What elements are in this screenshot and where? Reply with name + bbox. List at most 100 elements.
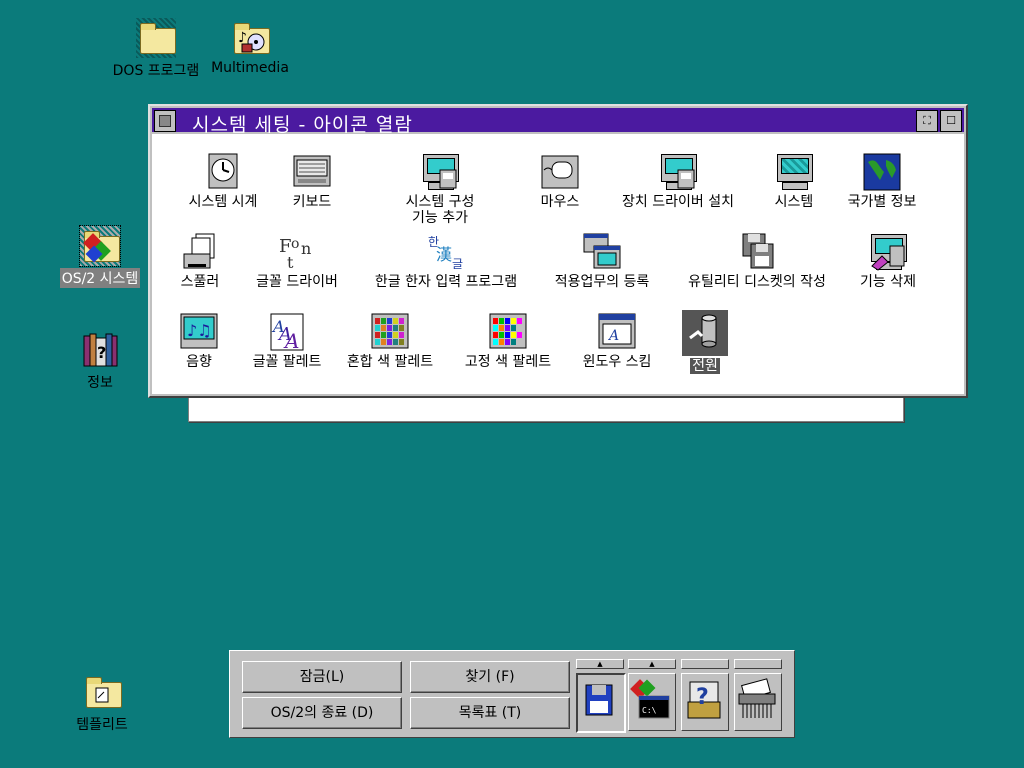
shutdown-button[interactable]: OS/2의 종료 (D) — [242, 697, 402, 729]
icon-label: 시스템 — [774, 194, 814, 210]
desktop-icon-multimedia[interactable]: ♪ Multimedia — [200, 18, 300, 76]
desktop-icon-label: 정보 — [87, 375, 113, 391]
desktop-icon-information[interactable]: ? 정보 — [50, 330, 150, 392]
icon-label: 윈도우 스킴 — [582, 354, 652, 370]
desktop-icon-label: OS/2 시스템 — [59, 268, 141, 288]
icon-label: 유틸리티 디스켓의 작성 — [688, 274, 826, 290]
desktop-icon-label: 템플리트 — [76, 717, 128, 733]
lockup-button[interactable]: 잠금(L) — [242, 661, 402, 693]
icon-view-area[interactable]: 시스템 시계 키보드 시스템 구성 기능 추가 마우스 장치 드라이버 설치 시… — [152, 134, 964, 394]
icon-label: 한글 한자 입력 프로그램 — [374, 274, 518, 290]
mouse-icon — [540, 152, 580, 192]
font-palette-icon: AAA — [267, 312, 307, 353]
hangul-hanja-icon: 한漢글 — [426, 232, 466, 272]
desktop-icon-dos-programs[interactable]: DOS 프로그램 — [106, 18, 206, 80]
system-setup-window[interactable]: 시스템 세팅 - 아이콘 열람 ⛶ ☐ 시스템 시계 키보드 시스템 구성 기능… — [148, 104, 968, 398]
icon-label: 마우스 — [540, 194, 580, 210]
utility-diskette-icon — [737, 232, 777, 272]
title-bar[interactable]: 시스템 세팅 - 아이콘 열람 ⛶ ☐ — [152, 108, 964, 136]
icon-font-palette[interactable]: AAA 글꼴 팔레트 — [242, 312, 332, 370]
icon-solid-color-palette[interactable]: 고정 색 팔레트 — [456, 312, 560, 370]
svg-text:글: 글 — [452, 257, 463, 271]
launchpad[interactable]: 잠금(L) 찾기 (F) OS/2의 종료 (D) 목록표 (T) ▲ ▲ C:… — [229, 650, 795, 738]
icon-label: 스풀러 — [180, 274, 220, 290]
icon-label: 혼합 색 팔레트 — [346, 354, 434, 370]
icon-label: 적용업무의 등록 — [554, 274, 650, 290]
desktop-icon-templates[interactable]: 템플리트 — [52, 672, 152, 734]
device-driver-install-icon — [658, 152, 698, 192]
icon-label: 국가별 정보 — [847, 194, 917, 210]
icon-device-driver-install[interactable]: 장치 드라이버 설치 — [608, 152, 748, 210]
icon-sound[interactable]: ♪♫ 음향 — [172, 312, 226, 370]
icon-mouse[interactable]: 마우스 — [530, 152, 590, 210]
spooler-printer-icon — [180, 232, 220, 272]
folder-icon — [136, 18, 176, 58]
icon-label: 글꼴 팔레트 — [252, 354, 322, 370]
icon-system[interactable]: 시스템 — [764, 152, 824, 210]
keyboard-icon — [292, 152, 332, 192]
drawer-arrow-button[interactable]: ▲ — [576, 659, 624, 669]
mixed-color-palette-icon — [370, 312, 410, 352]
icon-selective-uninstall[interactable]: 기능 삭제 — [850, 232, 926, 290]
svg-text:A: A — [283, 329, 299, 352]
font-icon: Font — [277, 232, 317, 272]
templates-folder-icon — [82, 672, 122, 712]
power-icon — [682, 310, 728, 356]
shredder-button[interactable] — [734, 673, 782, 731]
drawer-tab-button[interactable] — [734, 659, 782, 669]
solid-color-palette-icon — [488, 312, 528, 352]
migrate-apps-icon — [582, 232, 622, 272]
window-title: 시스템 세팅 - 아이콘 열람 — [192, 114, 413, 136]
icon-keyboard[interactable]: 키보드 — [282, 152, 342, 210]
icon-migrate-apps[interactable]: 적용업무의 등록 — [540, 232, 664, 290]
svg-text:n: n — [301, 239, 311, 258]
icon-mixed-color-palette[interactable]: 혼합 색 팔레트 — [338, 312, 442, 370]
icon-utility-diskette[interactable]: 유틸리티 디스켓의 작성 — [670, 232, 844, 290]
drawer-arrow-button[interactable]: ▲ — [628, 659, 676, 669]
shredder-icon — [738, 678, 776, 718]
icon-label: 키보드 — [292, 194, 332, 210]
os2-command-prompt-icon: C:\ — [630, 679, 670, 719]
svg-text:o: o — [291, 236, 299, 252]
selective-uninstall-icon — [868, 232, 908, 272]
svg-text:A: A — [607, 328, 619, 344]
diskette-button[interactable] — [576, 673, 626, 733]
icon-power[interactable]: 전원 — [680, 310, 730, 374]
icon-hangul-hanja[interactable]: 한漢글 한글 한자 입력 프로그램 — [356, 232, 536, 290]
system-monitor-icon — [774, 152, 814, 192]
books-info-icon: ? — [80, 330, 120, 370]
icon-label: 고정 색 팔레트 — [464, 354, 552, 370]
country-map-icon — [862, 152, 902, 192]
icon-label: 음향 — [186, 354, 212, 370]
icon-label: 시스템 시계 — [188, 194, 258, 210]
command-prompt-button[interactable]: C:\ — [628, 673, 676, 731]
svg-text:♪♫: ♪♫ — [187, 321, 212, 340]
icon-font-driver[interactable]: Font 글꼴 드라이버 — [242, 232, 352, 290]
find-button[interactable]: 찾기 (F) — [410, 661, 570, 693]
help-button[interactable]: ? — [681, 673, 729, 731]
clock-icon — [203, 152, 243, 192]
scheme-palette-icon: A — [597, 312, 637, 352]
svg-text:t: t — [287, 253, 294, 272]
icon-scheme-palette[interactable]: A 윈도우 스킴 — [572, 312, 662, 370]
multimedia-folder-icon: ♪ — [230, 18, 270, 58]
icon-country[interactable]: 국가별 정보 — [832, 152, 932, 210]
svg-text:?: ? — [97, 343, 106, 362]
drawer-tab-button[interactable] — [681, 659, 729, 669]
system-menu-icon[interactable] — [154, 110, 176, 132]
sound-icon: ♪♫ — [179, 312, 219, 352]
maximize-button[interactable]: ☐ — [940, 110, 962, 132]
icon-spooler[interactable]: 스풀러 — [172, 232, 228, 290]
desktop-icon-os2-system[interactable]: OS/2 시스템 — [50, 225, 150, 288]
icon-label: 기능 삭제 — [860, 274, 916, 290]
help-icon: ? — [687, 681, 721, 719]
minimize-button[interactable]: ⛶ — [916, 110, 938, 132]
svg-text:漢: 漢 — [436, 245, 452, 264]
svg-text:?: ? — [696, 685, 709, 710]
icon-selective-install[interactable]: 시스템 구성 기능 추가 — [390, 152, 490, 226]
window-list-button[interactable]: 목록표 (T) — [410, 697, 570, 729]
icon-label: 전원 — [690, 358, 720, 374]
icon-system-clock[interactable]: 시스템 시계 — [178, 152, 268, 210]
system-folder-icon — [79, 225, 121, 267]
svg-text:C:\: C:\ — [642, 706, 657, 715]
